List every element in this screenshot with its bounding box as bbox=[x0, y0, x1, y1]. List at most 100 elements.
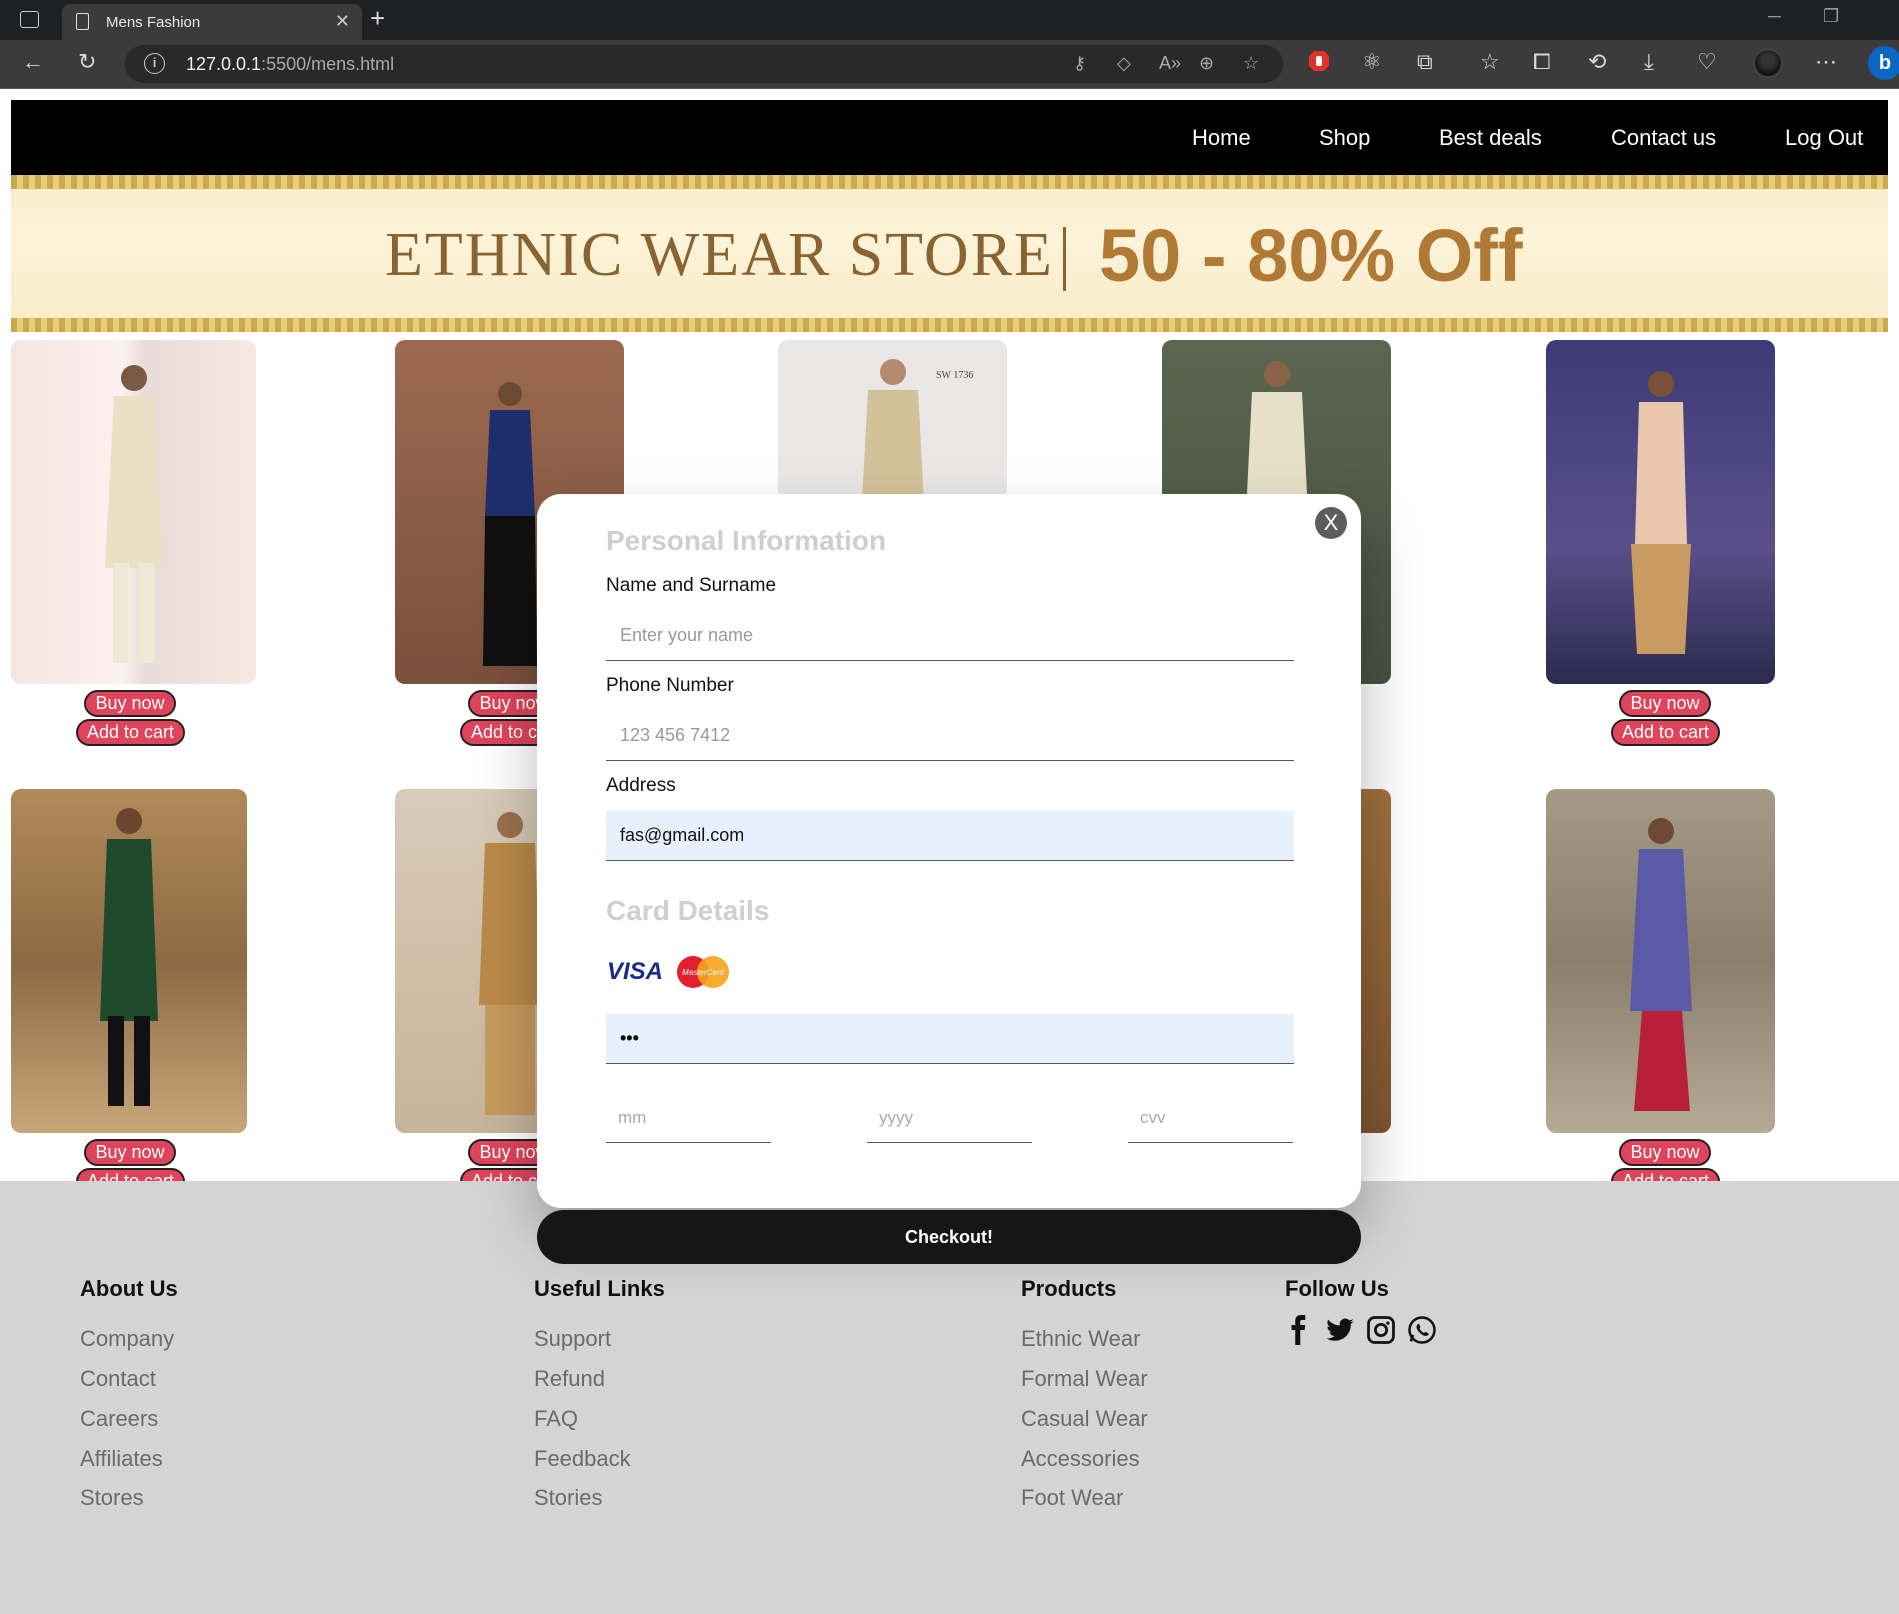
product-figure bbox=[1245, 361, 1308, 514]
expiry-month-input[interactable] bbox=[606, 1093, 771, 1143]
key-icon[interactable]: ⚷ bbox=[1073, 53, 1086, 74]
footer-heading-products: Products bbox=[1021, 1276, 1117, 1301]
buy-now-button[interactable]: Buy now bbox=[84, 690, 176, 717]
footer-link-accessories[interactable]: Accessories bbox=[1021, 1446, 1140, 1472]
buy-now-button[interactable]: Buy now bbox=[84, 1139, 176, 1166]
favorites-icon[interactable]: ☆ bbox=[1480, 49, 1500, 75]
read-aloud-icon[interactable]: A» bbox=[1159, 53, 1181, 74]
checkout-button[interactable]: Checkout! bbox=[537, 1210, 1361, 1264]
minimize-icon[interactable]: ─ bbox=[1768, 6, 1781, 27]
address-input[interactable] bbox=[606, 811, 1294, 861]
footer-link-support[interactable]: Support bbox=[534, 1326, 611, 1352]
footer-link-careers[interactable]: Careers bbox=[80, 1406, 158, 1432]
document-icon bbox=[76, 13, 89, 30]
instagram-icon[interactable] bbox=[1366, 1315, 1396, 1345]
top-navbar: Home Shop Best deals Contact us Log Out bbox=[11, 100, 1888, 175]
browser-tab-bar: Mens Fashion ✕ + ─ ❐ bbox=[0, 0, 1899, 40]
bing-icon[interactable]: b bbox=[1868, 46, 1899, 80]
name-input[interactable] bbox=[606, 611, 1294, 661]
footer-heading-useful-links: Useful Links bbox=[534, 1276, 665, 1301]
extension-icon[interactable]: ⧉ bbox=[1417, 49, 1433, 75]
reload-icon[interactable]: ↻ bbox=[78, 49, 96, 75]
zoom-icon[interactable]: ⊕ bbox=[1199, 53, 1214, 74]
footer-link-company[interactable]: Company bbox=[80, 1326, 174, 1352]
promo-banner[interactable]: ETHNIC WEAR STORE 50 - 80% Off bbox=[11, 175, 1888, 332]
download-icon[interactable]: ⤓ bbox=[1644, 49, 1654, 75]
history-icon[interactable]: ⟲ bbox=[1588, 49, 1606, 75]
footer-link-contact[interactable]: Contact bbox=[80, 1366, 156, 1392]
facebook-icon[interactable] bbox=[1284, 1315, 1314, 1345]
product-image[interactable]: SW 1736 bbox=[778, 340, 1007, 500]
product-image[interactable] bbox=[11, 789, 247, 1133]
footer-link-affiliates[interactable]: Affiliates bbox=[80, 1446, 163, 1472]
nav-shop[interactable]: Shop bbox=[1319, 125, 1370, 151]
product-image[interactable] bbox=[1546, 340, 1775, 684]
product-image[interactable] bbox=[1546, 789, 1775, 1133]
product-figure bbox=[104, 365, 163, 663]
product-figure bbox=[100, 808, 158, 1106]
collections-icon[interactable]: ⧠ bbox=[1533, 49, 1551, 75]
product-figure bbox=[1629, 818, 1692, 1111]
product-image[interactable] bbox=[11, 340, 256, 684]
sidebar-toggle-icon[interactable] bbox=[20, 11, 39, 28]
product-figure bbox=[1630, 371, 1691, 654]
whatsapp-icon[interactable] bbox=[1407, 1315, 1437, 1345]
banner-border bbox=[11, 175, 1888, 189]
personal-info-title: Personal Information bbox=[606, 525, 887, 556]
close-icon[interactable]: ✕ bbox=[335, 11, 350, 32]
visa-logo: VISA bbox=[607, 958, 664, 985]
name-label: Name and Surname bbox=[606, 575, 777, 596]
banner-title: ETHNIC WEAR STORE bbox=[385, 221, 1054, 289]
nav-home[interactable]: Home bbox=[1192, 125, 1251, 151]
phone-input[interactable] bbox=[606, 711, 1294, 761]
modal-close-button[interactable]: X bbox=[1315, 507, 1347, 539]
footer-link-stores[interactable]: Stores bbox=[80, 1485, 144, 1511]
profile-avatar[interactable] bbox=[1753, 48, 1783, 78]
browser-toolbar: ← ↻ i 127.0.0.1:5500/mens.html ⚷ ◇ A» ⊕ … bbox=[0, 40, 1899, 89]
nav-contact-us[interactable]: Contact us bbox=[1611, 125, 1716, 151]
banner-discount: 50 - 80% Off bbox=[1099, 214, 1523, 297]
buy-now-button[interactable]: Buy now bbox=[1619, 690, 1711, 717]
twitter-icon[interactable] bbox=[1325, 1315, 1355, 1345]
footer-link-ethnic-wear[interactable]: Ethnic Wear bbox=[1021, 1326, 1140, 1352]
restore-icon[interactable]: ❐ bbox=[1823, 6, 1839, 27]
address-bar[interactable]: i 127.0.0.1:5500/mens.html ⚷ ◇ A» ⊕ ☆ bbox=[125, 45, 1283, 83]
new-tab-icon[interactable]: + bbox=[370, 3, 385, 34]
nav-log-out[interactable]: Log Out bbox=[1785, 125, 1863, 151]
react-devtools-icon[interactable]: ⚛ bbox=[1362, 49, 1382, 75]
more-icon[interactable]: ⋯ bbox=[1815, 49, 1837, 75]
adblock-extension-icon[interactable] bbox=[1307, 49, 1331, 73]
favorite-add-icon[interactable]: ☆ bbox=[1243, 53, 1259, 74]
card-details-title: Card Details bbox=[606, 895, 770, 926]
add-to-cart-button[interactable]: Add to cart bbox=[1611, 719, 1720, 746]
banner-border bbox=[11, 318, 1888, 332]
expiry-year-input[interactable] bbox=[867, 1093, 1032, 1143]
info-icon[interactable]: i bbox=[144, 53, 165, 74]
footer-link-casual-wear[interactable]: Casual Wear bbox=[1021, 1406, 1148, 1432]
address-label: Address bbox=[606, 775, 676, 796]
nav-best-deals[interactable]: Best deals bbox=[1439, 125, 1542, 151]
footer-link-formal-wear[interactable]: Formal Wear bbox=[1021, 1366, 1148, 1392]
tag-icon[interactable]: ◇ bbox=[1117, 53, 1131, 74]
footer-link-refund[interactable]: Refund bbox=[534, 1366, 605, 1392]
footer-link-faq[interactable]: FAQ bbox=[534, 1406, 578, 1432]
buy-now-button[interactable]: Buy now bbox=[1619, 1139, 1711, 1166]
footer-link-stories[interactable]: Stories bbox=[534, 1485, 602, 1511]
mastercard-text: MasterCard bbox=[682, 968, 724, 977]
footer-link-foot-wear[interactable]: Foot Wear bbox=[1021, 1485, 1123, 1511]
footer-heading-follow-us: Follow Us bbox=[1285, 1276, 1389, 1301]
phone-label: Phone Number bbox=[606, 675, 734, 696]
mastercard-logo: MasterCard bbox=[677, 956, 729, 988]
footer-heading-about: About Us bbox=[80, 1276, 178, 1301]
tab-title: Mens Fashion bbox=[106, 14, 201, 31]
back-icon[interactable]: ← bbox=[22, 49, 44, 75]
cvv-input[interactable] bbox=[1128, 1093, 1293, 1143]
browser-tab[interactable]: Mens Fashion ✕ bbox=[62, 4, 362, 40]
footer-link-feedback[interactable]: Feedback bbox=[534, 1446, 631, 1472]
product-figure bbox=[861, 359, 924, 500]
browser-essentials-icon[interactable]: ♡ bbox=[1697, 49, 1717, 75]
url-text: 127.0.0.1:5500/mens.html bbox=[186, 54, 395, 74]
image-caption: SW 1736 bbox=[936, 370, 974, 381]
add-to-cart-button[interactable]: Add to cart bbox=[76, 719, 185, 746]
card-number-input[interactable] bbox=[606, 1014, 1294, 1064]
